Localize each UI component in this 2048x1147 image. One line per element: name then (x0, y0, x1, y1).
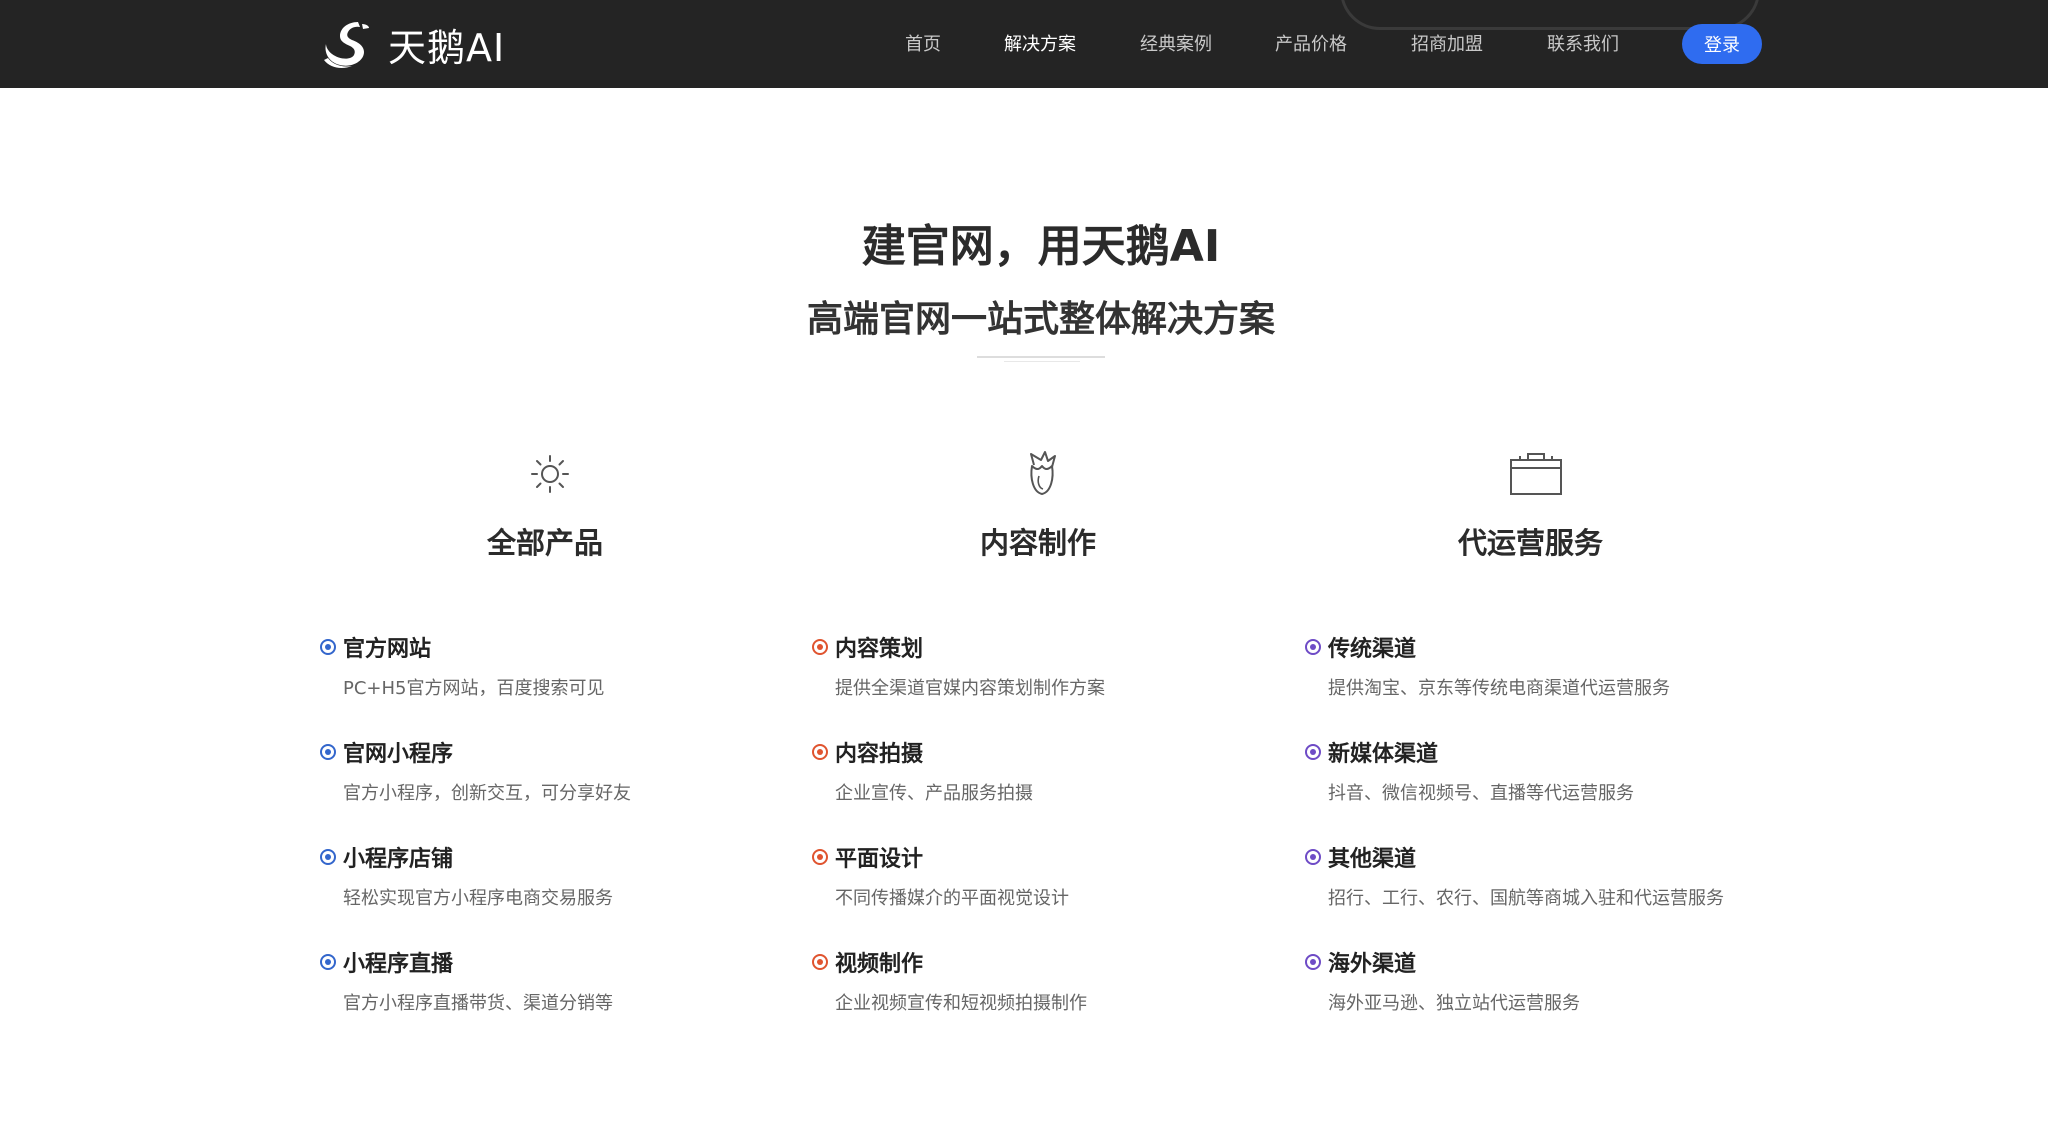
nav-item-solutions[interactable]: 解决方案 (1004, 30, 1076, 56)
list-item[interactable]: 内容拍摄 企业宣传、产品服务拍摄 (812, 737, 1292, 817)
item-description: 提供全渠道官媒内容策划制作方案 (835, 678, 1105, 699)
bullet-dot-icon (812, 744, 828, 760)
list-item[interactable]: 传统渠道 提供淘宝、京东等传统电商渠道代运营服务 (1305, 632, 1805, 712)
item-description: PC+H5官方网站，百度搜索可见 (343, 678, 605, 699)
nav-item-contact[interactable]: 联系我们 (1547, 30, 1619, 56)
item-title: 其他渠道 (1328, 847, 1417, 872)
login-button[interactable]: 登录 (1682, 24, 1762, 64)
item-description: 官方小程序直播带货、渠道分销等 (343, 993, 613, 1014)
bullet-dot-icon (812, 954, 828, 970)
flower-icon (1017, 446, 1067, 502)
briefcase-icon (1508, 446, 1562, 502)
hero-divider-accent (1004, 361, 1080, 362)
hero-subtitle: 高端官网一站式整体解决方案 (806, 299, 1275, 340)
list-item[interactable]: 官网小程序 官方小程序，创新交互，可分享好友 (320, 737, 800, 817)
item-title: 小程序店铺 (343, 847, 454, 872)
item-title-row: 小程序直播 (320, 947, 453, 977)
bullet-dot-icon (1305, 744, 1321, 760)
item-title-row: 官网小程序 (320, 737, 453, 767)
item-description: 海外亚马逊、独立站代运营服务 (1328, 993, 1580, 1014)
bullet-dot-icon (1305, 954, 1321, 970)
bullet-dot-icon (320, 639, 336, 655)
item-description: 企业视频宣传和短视频拍摄制作 (835, 993, 1087, 1014)
item-title-row: 内容拍摄 (812, 737, 923, 767)
list-item[interactable]: 海外渠道 海外亚马逊、独立站代运营服务 (1305, 947, 1805, 1027)
bullet-dot-icon (812, 639, 828, 655)
bullet-dot-icon (812, 849, 828, 865)
list-item[interactable]: 内容策划 提供全渠道官媒内容策划制作方案 (812, 632, 1292, 712)
list-item[interactable]: 新媒体渠道 抖音、微信视频号、直播等代运营服务 (1305, 737, 1805, 817)
list-item[interactable]: 小程序直播 官方小程序直播带货、渠道分销等 (320, 947, 800, 1027)
column-header: 代运营服务 (1305, 446, 1765, 566)
item-title-row: 新媒体渠道 (1305, 737, 1438, 767)
bullet-dot-icon (320, 744, 336, 760)
item-title-row: 视频制作 (812, 947, 923, 977)
item-title: 视频制作 (835, 952, 924, 977)
item-description: 抖音、微信视频号、直播等代运营服务 (1328, 783, 1634, 804)
item-title: 新媒体渠道 (1328, 742, 1439, 767)
nav-item-cases[interactable]: 经典案例 (1140, 30, 1212, 56)
column-title: 全部产品 (487, 526, 604, 560)
item-description: 官方小程序，创新交互，可分享好友 (343, 783, 631, 804)
hero-divider (977, 356, 1105, 358)
item-title: 官网小程序 (343, 742, 454, 767)
list-item[interactable]: 视频制作 企业视频宣传和短视频拍摄制作 (812, 947, 1292, 1027)
bullet-dot-icon (1305, 639, 1321, 655)
item-title: 海外渠道 (1328, 952, 1417, 977)
item-title-row: 官方网站 (320, 632, 431, 662)
bullet-dot-icon (320, 954, 336, 970)
nav-item-pricing[interactable]: 产品价格 (1275, 30, 1347, 56)
item-description: 企业宣传、产品服务拍摄 (835, 783, 1033, 804)
list-item[interactable]: 官方网站 PC+H5官方网站，百度搜索可见 (320, 632, 800, 712)
list-item[interactable]: 小程序店铺 轻松实现官方小程序电商交易服务 (320, 842, 800, 922)
list-item[interactable]: 平面设计 不同传播媒介的平面视觉设计 (812, 842, 1292, 922)
item-description: 轻松实现官方小程序电商交易服务 (343, 888, 613, 909)
column-header: 全部产品 (320, 446, 780, 566)
item-title: 平面设计 (835, 847, 924, 872)
item-title: 内容策划 (835, 637, 924, 662)
item-title-row: 其他渠道 (1305, 842, 1416, 872)
item-title-row: 小程序店铺 (320, 842, 453, 872)
hero-title: 建官网，用天鹅AI (861, 221, 1221, 272)
item-description: 提供淘宝、京东等传统电商渠道代运营服务 (1328, 678, 1670, 699)
item-title: 内容拍摄 (835, 742, 924, 767)
bullet-dot-icon (320, 849, 336, 865)
item-title-row: 海外渠道 (1305, 947, 1416, 977)
item-title-row: 平面设计 (812, 842, 923, 872)
list-item[interactable]: 其他渠道 招行、工行、农行、国航等商城入驻和代运营服务 (1305, 842, 1805, 922)
column-title: 代运营服务 (1458, 526, 1604, 560)
item-title: 传统渠道 (1328, 637, 1417, 662)
sun-icon (525, 446, 575, 502)
item-title-row: 传统渠道 (1305, 632, 1416, 662)
item-title: 小程序直播 (343, 952, 454, 977)
item-title: 官方网站 (343, 637, 432, 662)
column-title: 内容制作 (980, 526, 1097, 560)
item-title-row: 内容策划 (812, 632, 923, 662)
item-description: 招行、工行、农行、国航等商城入驻和代运营服务 (1328, 888, 1724, 909)
nav-item-home[interactable]: 首页 (905, 30, 941, 56)
column-header: 内容制作 (812, 446, 1272, 566)
nav-item-franchise[interactable]: 招商加盟 (1411, 30, 1483, 56)
item-description: 不同传播媒介的平面视觉设计 (835, 888, 1069, 909)
bullet-dot-icon (1305, 849, 1321, 865)
top-navbar: 天鹅AI 首页 解决方案 经典案例 产品价格 招商加盟 联系我们 登录 (0, 0, 2048, 88)
